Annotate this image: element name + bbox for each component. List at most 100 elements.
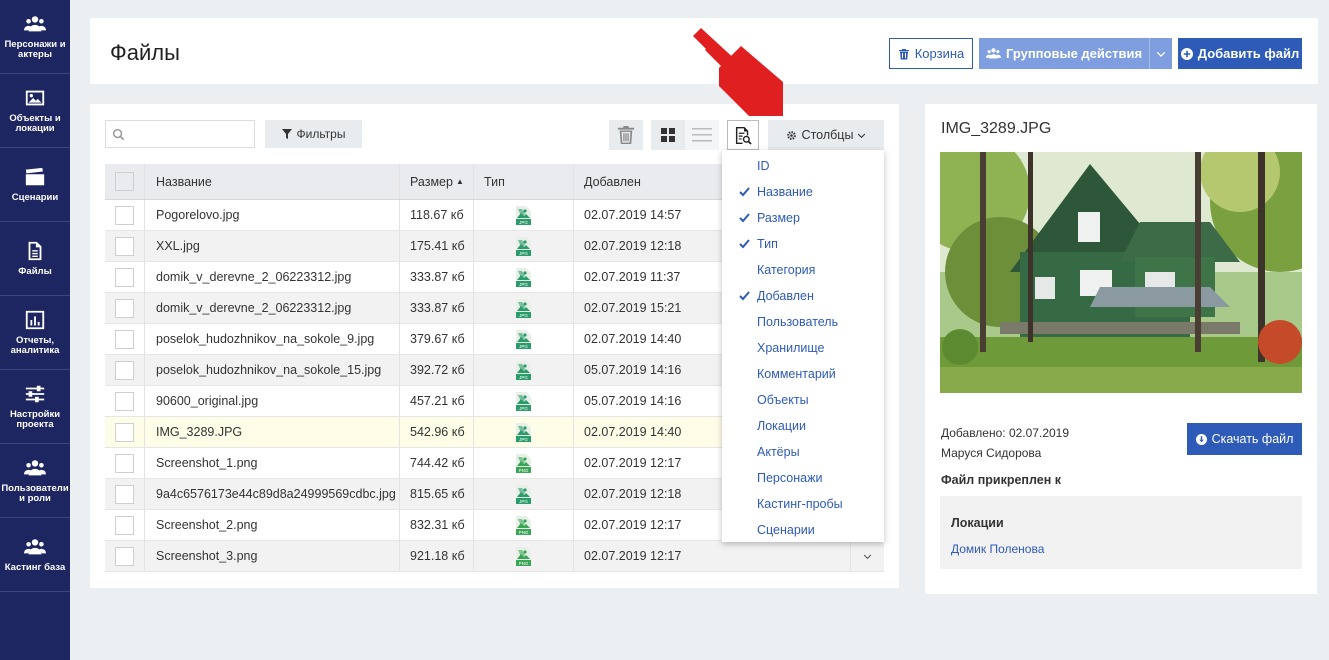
file-type-label: PNG bbox=[519, 561, 529, 566]
row-checkbox[interactable] bbox=[115, 453, 134, 473]
group-actions-dropdown-toggle[interactable] bbox=[1149, 38, 1172, 69]
location-link[interactable]: Домик Поленова bbox=[951, 542, 1044, 556]
file-added-date: 02.07.2019 14:40 bbox=[584, 332, 682, 346]
row-checkbox[interactable] bbox=[115, 298, 134, 318]
column-header-name[interactable]: Название bbox=[145, 164, 400, 199]
sidebar-item-files[interactable]: Файлы bbox=[0, 222, 70, 296]
file-name: Screenshot_2.png bbox=[156, 518, 258, 532]
row-checkbox-cell bbox=[105, 262, 145, 292]
columns-menu-item-label: Название bbox=[757, 185, 813, 199]
file-added-date: 02.07.2019 14:57 bbox=[584, 208, 682, 222]
group-actions-button[interactable]: Групповые действия bbox=[979, 38, 1149, 69]
locations-title: Локации bbox=[951, 516, 1004, 530]
sidebar-item-objects[interactable]: Объекты и локации bbox=[0, 74, 70, 148]
cell-size: 118.67 кб bbox=[400, 200, 474, 230]
cell-size: 457.21 кб bbox=[400, 386, 474, 416]
sidebar-item-users[interactable]: Пользователи и роли bbox=[0, 444, 70, 518]
columns-menu-item-label: Комментарий bbox=[757, 367, 836, 381]
sidebar-item-label: Персонажи и актеры bbox=[4, 39, 66, 60]
columns-menu-item[interactable]: Актёры bbox=[722, 439, 884, 465]
columns-menu-item[interactable]: Кастинг-пробы bbox=[722, 491, 884, 517]
columns-menu-item[interactable]: Добавлен bbox=[722, 283, 884, 309]
cell-size: 379.67 кб bbox=[400, 324, 474, 354]
trash-icon bbox=[898, 48, 909, 59]
row-checkbox[interactable] bbox=[115, 422, 134, 442]
file-size: 175.41 кб bbox=[410, 239, 465, 253]
columns-menu-item[interactable]: Название bbox=[722, 179, 884, 205]
file-size: 744.42 кб bbox=[410, 456, 465, 470]
columns-menu-item[interactable]: Размер bbox=[722, 205, 884, 231]
row-checkbox[interactable] bbox=[115, 515, 134, 535]
file-type-icon: JPG bbox=[516, 360, 531, 380]
row-checkbox-cell bbox=[105, 293, 145, 323]
select-all-cell bbox=[105, 164, 145, 199]
file-name: poselok_hudozhnikov_na_sokole_9.jpg bbox=[156, 332, 375, 346]
columns-menu-item[interactable]: Локации bbox=[722, 413, 884, 439]
file-added-date: 02.07.2019 12:17 bbox=[584, 549, 682, 563]
row-checkbox[interactable] bbox=[115, 329, 134, 349]
row-checkbox-cell bbox=[105, 510, 145, 540]
columns-menu-item-label: Размер bbox=[757, 211, 800, 225]
sidebar-item-casting[interactable]: Кастинг база bbox=[0, 518, 70, 592]
columns-menu-item[interactable]: Персонажи bbox=[722, 465, 884, 491]
column-header-size[interactable]: Размер ▲ bbox=[400, 164, 474, 199]
select-all-checkbox[interactable] bbox=[115, 172, 134, 191]
table-row[interactable]: Screenshot_3.png 921.18 кб PNG 02.07.2019 1… bbox=[105, 541, 884, 572]
filters-button[interactable]: Фильтры bbox=[265, 120, 362, 148]
cell-type: JPG bbox=[474, 293, 574, 323]
row-checkbox[interactable] bbox=[115, 484, 134, 504]
file-type-label: PNG bbox=[519, 468, 529, 473]
row-checkbox-cell bbox=[105, 417, 145, 447]
row-expand-button[interactable] bbox=[850, 541, 884, 571]
cell-size: 542.96 кб bbox=[400, 417, 474, 447]
columns-menu-item[interactable]: Пользователь bbox=[722, 309, 884, 335]
group-actions-label: Групповые действия bbox=[1005, 46, 1143, 61]
file-size: 333.87 кб bbox=[410, 270, 465, 284]
list-view-button[interactable] bbox=[685, 120, 719, 150]
row-checkbox[interactable] bbox=[115, 360, 134, 380]
cell-name: domik_v_derevne_2_06223312.jpg bbox=[145, 293, 400, 323]
gear-icon bbox=[786, 130, 796, 140]
cell-name: Screenshot_1.png bbox=[145, 448, 400, 478]
file-type-icon: JPG bbox=[516, 267, 531, 287]
chevron-down-icon bbox=[863, 554, 872, 559]
cell-name: Screenshot_2.png bbox=[145, 510, 400, 540]
columns-button[interactable]: Столбцы bbox=[768, 120, 884, 150]
sidebar-item-settings[interactable]: Настройки проекта bbox=[0, 370, 70, 444]
columns-menu-item[interactable]: Категория bbox=[722, 257, 884, 283]
sidebar-item-label: Пользователи и роли bbox=[1, 483, 69, 504]
file-size: 921.18 кб bbox=[410, 549, 465, 563]
columns-menu-item[interactable]: Объекты bbox=[722, 387, 884, 413]
columns-menu-item[interactable]: ID bbox=[722, 153, 884, 179]
file-type-label: JPG bbox=[519, 375, 528, 380]
cell-type: JPG bbox=[474, 355, 574, 385]
columns-menu-item[interactable]: Комментарий bbox=[722, 361, 884, 387]
columns-menu-item[interactable]: Тип bbox=[722, 231, 884, 257]
row-checkbox[interactable] bbox=[115, 391, 134, 411]
column-header-type[interactable]: Тип bbox=[474, 164, 574, 199]
detail-user-name: Маруся Сидорова bbox=[941, 446, 1042, 460]
users-icon bbox=[24, 16, 46, 32]
file-detail-panel: IMG_3289.JPG Добавлено: 02.07.2019 Марус… bbox=[925, 104, 1317, 594]
row-checkbox[interactable] bbox=[115, 236, 134, 256]
grid-view-button[interactable] bbox=[651, 120, 685, 150]
file-added-date: 02.07.2019 12:18 bbox=[584, 487, 682, 501]
sidebar-item-reports[interactable]: Отчеты, аналитика bbox=[0, 296, 70, 370]
search-input[interactable] bbox=[130, 126, 248, 142]
columns-menu-item[interactable]: Хранилище bbox=[722, 335, 884, 361]
columns-menu-item-label: Добавлен bbox=[757, 289, 814, 303]
download-file-button[interactable]: Скачать файл bbox=[1187, 423, 1302, 455]
columns-menu-item-label: Объекты bbox=[757, 393, 809, 407]
sidebar-item-scenarios[interactable]: Сценарии bbox=[0, 148, 70, 222]
locations-box: Локации Домик Поленова bbox=[940, 496, 1302, 569]
add-file-button[interactable]: Добавить файл bbox=[1178, 38, 1302, 69]
delete-button[interactable] bbox=[609, 120, 643, 150]
trash-button[interactable]: Корзина bbox=[889, 38, 973, 69]
sidebar-item-characters[interactable]: Персонажи и актеры bbox=[0, 0, 70, 74]
columns-menu-item[interactable]: Сценарии bbox=[722, 517, 884, 543]
row-checkbox[interactable] bbox=[115, 546, 134, 566]
annotation-arrow-icon bbox=[693, 28, 783, 116]
preview-toggle-button[interactable] bbox=[727, 120, 759, 150]
row-checkbox[interactable] bbox=[115, 205, 134, 225]
row-checkbox[interactable] bbox=[115, 267, 134, 287]
